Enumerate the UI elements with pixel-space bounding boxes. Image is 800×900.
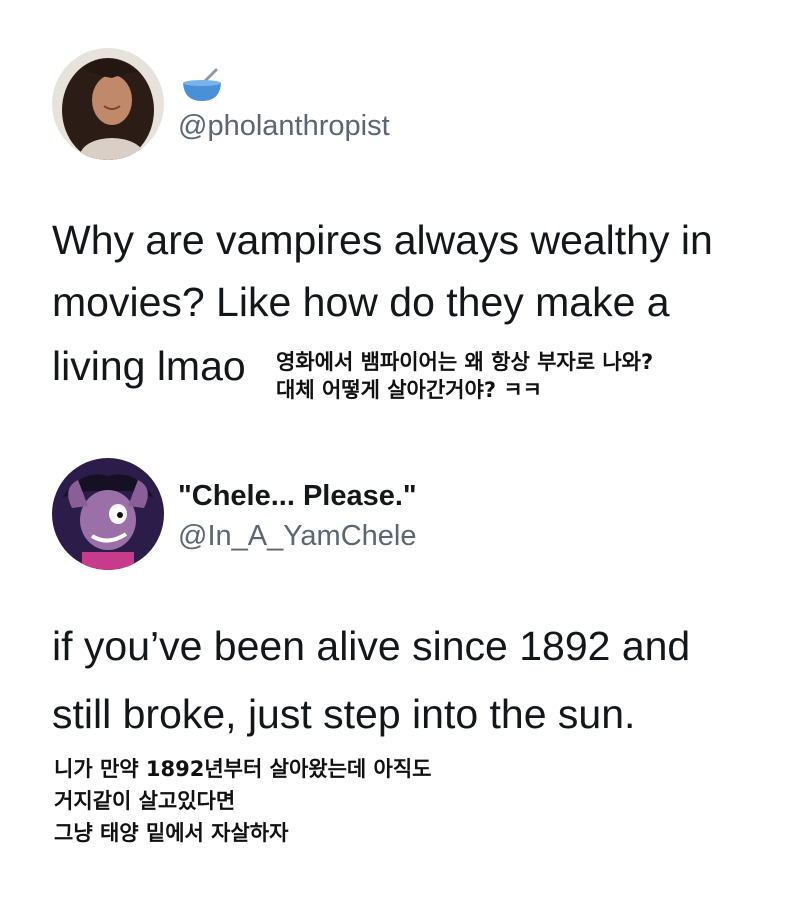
profile-photo [52,458,164,570]
tweet-text-line: if you’ve been alive since 1892 and [52,623,691,669]
translation-line: 영화에서 뱀파이어는 왜 항상 부자로 나와? [276,350,654,374]
profile-photo [52,48,164,160]
translation-line: 그냥 태양 밑에서 자살하자 [54,821,289,845]
tweet-text-line: movies? Like how do they make a [52,279,670,325]
tweet-text-line: living lmao [52,343,246,389]
bowl-with-spoon-icon [183,68,221,101]
tweet-reply: "Chele... Please." @In_A_YamChele if you… [0,440,800,900]
tweet-text-line: Why are vampires always wealthy in [52,217,713,263]
avatar[interactable] [52,458,164,570]
translation-line: 대체 어떻게 살아간거야? ㅋㅋ [276,378,542,402]
avatar[interactable] [52,48,164,160]
tweet-text-line: still broke, just step into the sun. [52,691,636,737]
korean-translation: 영화에서 뱀파이어는 왜 항상 부자로 나와? 대체 어떻게 살아간거야? ㅋㅋ [276,348,653,404]
user-handle[interactable]: @pholanthropist [178,110,390,143]
tweet-original: @pholanthropist Why are vampires always … [0,0,800,440]
user-handle[interactable]: @In_A_YamChele [178,520,416,553]
display-name[interactable]: "Chele... Please." [178,480,417,513]
translation-line: 니가 만약 1892년부터 살아왔는데 아직도 [54,757,432,781]
translation-line: 거지같이 살고있다면 [54,789,236,813]
korean-translation: 니가 만약 1892년부터 살아왔는데 아직도 거지같이 살고있다면 그냥 태양… [54,753,432,849]
